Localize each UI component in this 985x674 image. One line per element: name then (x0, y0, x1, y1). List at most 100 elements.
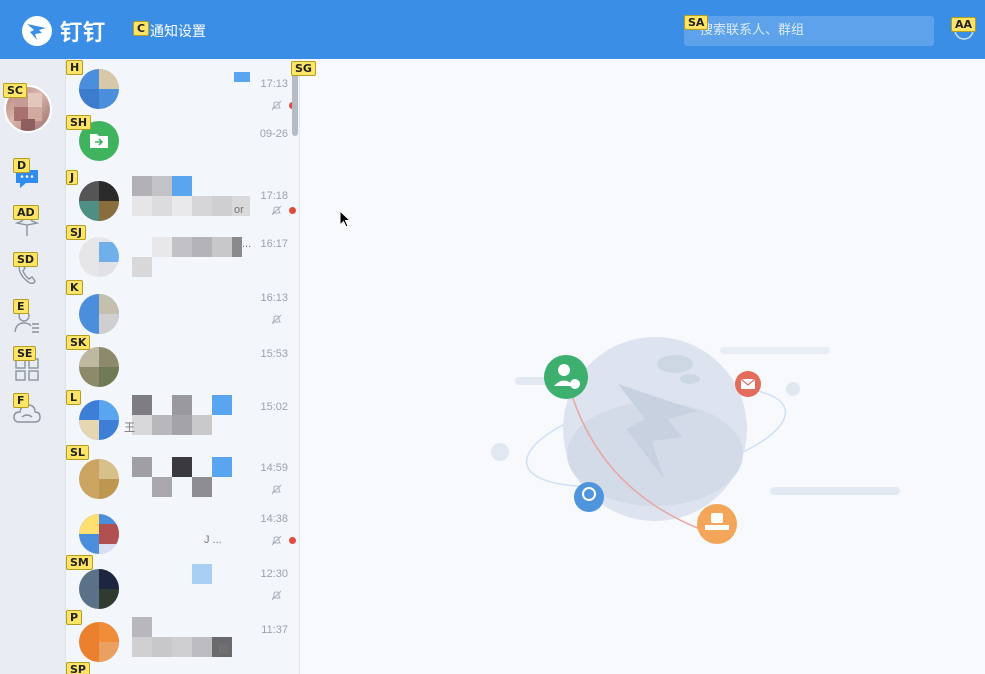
search-input[interactable] (684, 16, 934, 46)
conversation-scrollbar[interactable] (292, 66, 298, 136)
blurred-block (212, 196, 232, 216)
hint-badge: AD (13, 205, 39, 220)
conversation-item[interactable]: 12:30 (66, 564, 299, 619)
conversation-item[interactable]: 15:53 (66, 342, 299, 397)
hint-badge: SP (66, 662, 90, 674)
conversation-avatar (79, 69, 119, 109)
blurred-block (132, 196, 152, 216)
blurred-block (132, 257, 152, 277)
blurred-block (172, 237, 192, 257)
conversation-item[interactable]: 09-26 (66, 116, 299, 171)
hint-badge: H (66, 60, 84, 75)
hint-badge: SE (13, 346, 37, 361)
mute-icon (271, 590, 282, 601)
blurred-block (152, 477, 172, 497)
conversation-avatar (79, 459, 119, 499)
conversation-avatar (79, 569, 119, 609)
hint-badge: SH (66, 115, 92, 130)
hint-badge: SL (66, 445, 89, 460)
blurred-block (152, 237, 172, 257)
blurred-block (192, 196, 212, 216)
hint-badge: SC (3, 83, 27, 98)
conversation-item[interactable]: ... 16:17 (66, 232, 299, 287)
blurred-block (132, 617, 152, 637)
mute-icon (271, 535, 282, 546)
hint-badge: C (133, 21, 150, 36)
blurred-block (172, 415, 192, 435)
blurred-block (192, 477, 212, 497)
unread-dot (289, 537, 296, 544)
blurred-block (232, 237, 242, 257)
blurred-block (132, 176, 152, 196)
conversation-time: 14:38 (260, 513, 288, 525)
hint-badge: E (13, 299, 29, 314)
conversation-avatar (79, 400, 119, 440)
blurred-block (132, 637, 152, 657)
blurred-block (152, 176, 172, 196)
mute-icon (271, 100, 282, 111)
hint-badge: F (13, 393, 29, 408)
unread-dot (289, 207, 296, 214)
mute-icon (271, 205, 282, 216)
conversation-item[interactable]: 17:13 (66, 64, 299, 119)
conversation-avatar (79, 237, 119, 277)
empty-state-illustration (491, 337, 900, 544)
conversation-snippet: or (234, 204, 244, 216)
blurred-block (172, 395, 192, 415)
conversation-time: 16:17 (260, 238, 288, 250)
conversation-avatar (79, 181, 119, 221)
blurred-block (234, 72, 250, 82)
blurred-block (212, 395, 232, 415)
conversation-avatar (79, 514, 119, 554)
conversation-list[interactable]: 17:13 09-26 17:18 or ... 16:17 16:13 15:… (66, 59, 300, 674)
blurred-block (132, 457, 152, 477)
mute-icon (271, 484, 282, 495)
conversation-item[interactable]: 王 15:02 (66, 395, 299, 450)
blurred-block (192, 237, 212, 257)
conversation-time: 09-26 (259, 128, 288, 140)
hint-badge: D (13, 158, 31, 173)
blurred-block (152, 196, 172, 216)
blurred-block (172, 176, 192, 196)
app-name: 钉钉 (60, 21, 107, 46)
blurred-block (212, 457, 232, 477)
conversation-snippet: J ... (204, 534, 222, 546)
hint-badge: SM (66, 555, 93, 570)
hint-badge: AA (951, 17, 977, 32)
conversation-time: 17:13 (260, 78, 288, 90)
blurred-block (152, 637, 172, 657)
main-panel (300, 59, 985, 674)
hint-badge: P (66, 610, 83, 625)
left-nav (0, 59, 66, 674)
conversation-item[interactable]: 14:59 (66, 454, 299, 509)
conversation-time: 12:30 (260, 568, 288, 580)
hint-badge: SD (13, 252, 39, 267)
blurred-block (192, 415, 212, 435)
notify-settings-link[interactable]: 通知设置 (150, 21, 206, 41)
conversation-item[interactable]: 17:18 or (66, 176, 299, 231)
blurred-block (192, 637, 212, 657)
conversation-avatar (79, 622, 119, 662)
blurred-block (172, 637, 192, 657)
conversation-avatar (79, 294, 119, 334)
conversation-snippet: 级 (218, 644, 229, 656)
blurred-block (132, 415, 152, 435)
blurred-block (172, 196, 192, 216)
hint-badge: L (66, 390, 82, 405)
mouse-cursor-icon (339, 210, 352, 228)
hint-badge: SG (291, 61, 316, 76)
conversation-snippet: ... (242, 238, 252, 250)
conversation-time: 15:02 (260, 401, 288, 413)
hint-badge: SJ (66, 225, 87, 240)
hint-badge: SK (66, 335, 91, 350)
conversation-time: 14:59 (260, 462, 288, 474)
conversation-item[interactable]: 级 11:37 (66, 617, 299, 672)
blurred-block (152, 415, 172, 435)
conversation-time: 16:13 (260, 292, 288, 304)
blurred-block (192, 564, 212, 584)
blurred-block (172, 457, 192, 477)
conversation-item[interactable]: 14:38 J ... (66, 509, 299, 564)
conversation-item[interactable]: 16:13 (66, 289, 299, 344)
blurred-block (132, 395, 152, 415)
conversation-avatar (79, 347, 119, 387)
